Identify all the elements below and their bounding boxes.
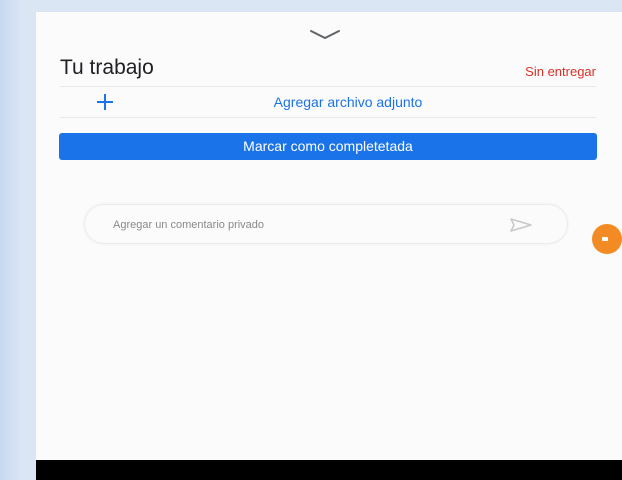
private-comment-box[interactable] xyxy=(84,204,568,244)
private-comment-input[interactable] xyxy=(113,215,493,235)
mark-complete-button[interactable]: Marcar como completetada xyxy=(59,133,597,160)
send-icon[interactable] xyxy=(509,217,533,233)
fab-dot xyxy=(602,237,608,241)
add-attachment-button[interactable]: Agregar archivo adjunto xyxy=(60,86,596,118)
status-label: Sin entregar xyxy=(525,64,596,79)
background-strip xyxy=(0,0,20,480)
section-title: Tu trabajo xyxy=(60,56,154,79)
screen: Tu trabajo Sin entregar Agregar archivo … xyxy=(0,0,622,480)
chevron-down-icon[interactable] xyxy=(305,28,345,42)
add-attachment-label: Agregar archivo adjunto xyxy=(273,94,423,110)
floating-action-button[interactable] xyxy=(592,224,622,254)
system-navigation-bar xyxy=(36,460,622,480)
